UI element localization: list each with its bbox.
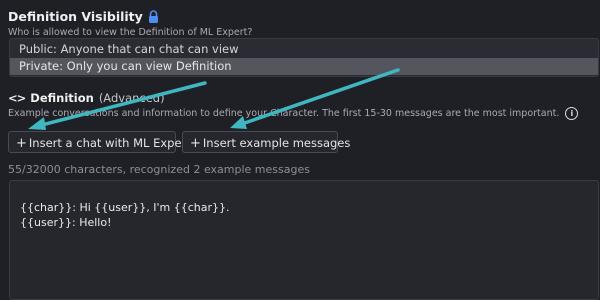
insert-example-messages-button[interactable]: + Insert example messages	[182, 131, 350, 153]
definition-title: Definition	[30, 91, 94, 105]
visibility-select[interactable]: Public: Anyone that can chat can view Pr…	[9, 38, 599, 77]
plus-icon: +	[190, 136, 201, 151]
insert-examples-label: Insert example messages	[202, 136, 351, 150]
lock-icon	[148, 10, 159, 23]
info-icon[interactable]: i	[565, 107, 579, 120]
visibility-option-public[interactable]: Public: Anyone that can chat can view	[10, 41, 598, 58]
definition-settings-panel: Definition Visibility Who is allowed to …	[8, 0, 600, 300]
definition-heading: <> Definition (Advanced)	[8, 91, 165, 105]
definition-title-suffix: (Advanced)	[98, 91, 165, 105]
visibility-option-private[interactable]: Private: Only you can view Definition	[10, 58, 598, 75]
editor-line: {{char}}: Hi {{user}}, I'm {{char}}.	[20, 201, 230, 214]
plus-icon: +	[16, 136, 27, 151]
editor-line: {{user}}: Hello!	[20, 216, 112, 229]
insert-chat-label: Insert a chat with ML Expert	[28, 136, 191, 150]
visibility-heading: Definition Visibility	[8, 9, 159, 24]
character-count-status: 55/32000 characters, recognized 2 exampl…	[8, 163, 310, 176]
definition-textarea[interactable]: {{char}}: Hi {{user}}, I'm {{char}}. {{u…	[9, 180, 599, 300]
insert-chat-button[interactable]: + Insert a chat with ML Expert	[8, 131, 191, 153]
definition-subtitle: Example conversations and information to…	[8, 108, 560, 119]
visibility-subtitle: Who is allowed to view the Definition of…	[8, 27, 253, 38]
code-icon: <>	[8, 91, 26, 105]
definition-subtitle-row: Example conversations and information to…	[8, 107, 579, 120]
visibility-title: Definition Visibility	[8, 9, 143, 24]
